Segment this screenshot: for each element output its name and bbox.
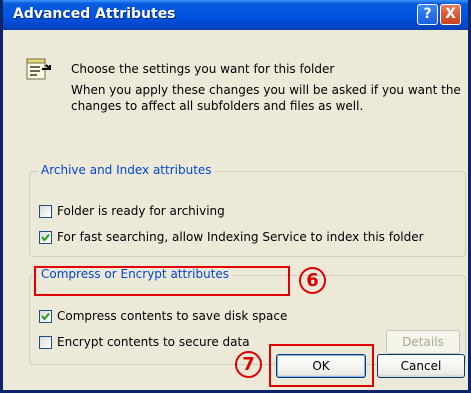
archive-index-group: Archive and Index attributes Folder is r… (29, 163, 466, 257)
intro-heading: Choose the settings you want for this fo… (71, 62, 335, 76)
compress-label: Compress contents to save disk space (57, 309, 288, 323)
dialog-window: Advanced Attributes ? X Choose the setti… (0, 0, 471, 393)
attributes-icon (26, 58, 51, 80)
archive-group-title: Archive and Index attributes (38, 163, 215, 177)
checkmark-icon (41, 233, 50, 242)
cancel-button[interactable]: Cancel (377, 354, 465, 378)
encrypt-label: Encrypt contents to secure data (57, 335, 250, 349)
archiving-label: Folder is ready for archiving (57, 204, 225, 218)
encrypt-checkbox-row[interactable]: Encrypt contents to secure data (39, 334, 250, 350)
compress-checkbox-row[interactable]: Compress contents to save disk space (39, 308, 287, 324)
title-bar[interactable]: Advanced Attributes ? X (3, 0, 468, 30)
help-button[interactable]: ? (417, 4, 438, 25)
indexing-label: For fast searching, allow Indexing Servi… (57, 230, 424, 244)
annotation-compress-highlight (34, 266, 290, 296)
details-button[interactable]: Details (386, 330, 460, 354)
close-icon: X (445, 6, 456, 22)
dialog-content: Choose the settings you want for this fo… (3, 30, 468, 390)
encrypt-checkbox[interactable] (39, 335, 52, 349)
archiving-checkbox[interactable] (39, 204, 52, 218)
window-title: Advanced Attributes (13, 6, 176, 22)
indexing-checkbox[interactable] (39, 230, 52, 244)
annotation-step-7: 7 (235, 351, 262, 378)
indexing-checkbox-row[interactable]: For fast searching, allow Indexing Servi… (39, 229, 424, 245)
help-icon: ? (423, 6, 432, 22)
archiving-checkbox-row[interactable]: Folder is ready for archiving (39, 203, 225, 219)
checkmark-icon (41, 312, 50, 321)
close-button[interactable]: X (440, 4, 461, 25)
annotation-step-6: 6 (299, 267, 326, 294)
annotation-ok-highlight (269, 344, 374, 387)
intro-description: When you apply these changes you will be… (71, 83, 461, 113)
compress-checkbox[interactable] (39, 309, 52, 323)
